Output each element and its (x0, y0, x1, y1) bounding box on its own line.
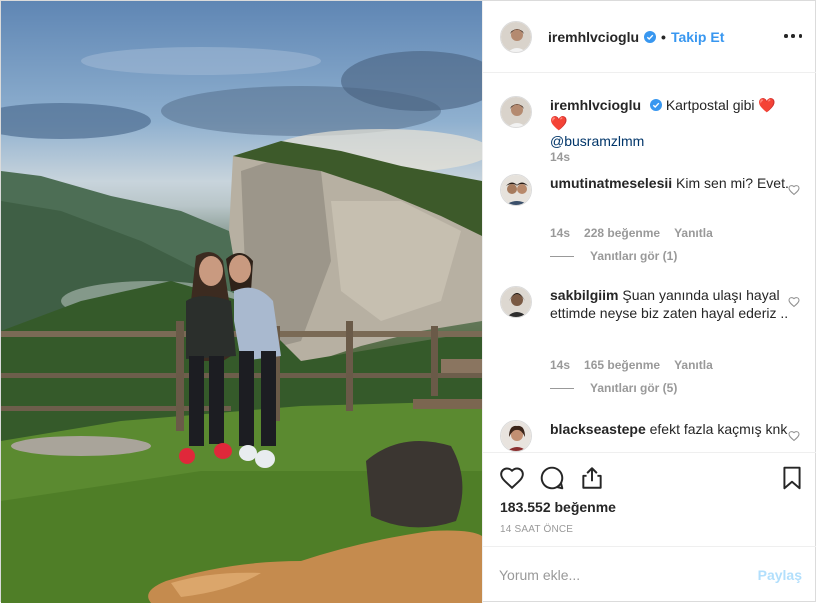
author-username[interactable]: iremhlvcioglu (548, 29, 639, 45)
comment-like-icon[interactable] (788, 184, 800, 196)
view-replies[interactable]: Yanıtları gör (5) (550, 381, 677, 395)
post-header: iremhlvcioglu • Takip Et (483, 1, 816, 73)
comment-body: umutinatmeselesii Kim sen mi? Evet. (550, 174, 790, 192)
comment-item: umutinatmeselesii Kim sen mi? Evet. 14s 2… (500, 174, 800, 264)
comment-meta: 14s 165 beğenme Yanıtla (550, 358, 713, 372)
comment-bubble-icon[interactable] (539, 465, 565, 491)
reply-button[interactable]: Yanıtla (674, 358, 713, 372)
follow-button[interactable]: Takip Et (671, 29, 724, 45)
comment-meta: 14s 228 beğenme Yanıtla (550, 226, 713, 240)
post-actions: 183.552 beğenme 14 SAAT ÖNCE (483, 452, 816, 546)
comment-text: efekt fazla kaçmış knk (649, 421, 788, 437)
commenter-avatar[interactable] (500, 286, 532, 318)
comment-like-icon[interactable] (788, 430, 800, 442)
comment-username[interactable]: blackseastepe (550, 421, 646, 437)
post-photo[interactable] (1, 1, 482, 603)
verified-badge-icon (644, 30, 657, 43)
caption-meta: 14s (550, 150, 570, 164)
avatar-image (501, 97, 531, 127)
comment-time[interactable]: 14s (550, 226, 570, 240)
caption-text: Kartpostal gibi (665, 97, 755, 113)
caption-body: iremhlvcioglu Kartpostal gibi ❤️❤️ @busr… (550, 96, 790, 150)
share-icon[interactable] (579, 465, 605, 491)
post-timestamp[interactable]: 14 SAAT ÖNCE (500, 524, 573, 535)
commenter-avatar[interactable] (500, 420, 532, 452)
bookmark-icon[interactable] (779, 465, 805, 491)
view-replies-label[interactable]: Yanıtları gör (5) (590, 381, 677, 395)
commenter-avatar[interactable] (500, 174, 532, 206)
avatar-image (501, 287, 531, 317)
photo-illustration (1, 47, 482, 603)
comment-body: blackseastepe efekt fazla kaçmış knk (550, 420, 790, 438)
avatar-image (501, 21, 531, 52)
comment-item: sakbilgiim Şuan yanında ulaşı hayal etti… (500, 286, 800, 396)
caption-time[interactable]: 14s (550, 150, 570, 164)
caption-username[interactable]: iremhlvcioglu (550, 97, 641, 113)
comment-like-icon[interactable] (788, 296, 800, 308)
post-comment-button[interactable]: Paylaş (758, 567, 802, 583)
comment-input[interactable] (499, 564, 739, 586)
like-heart-icon[interactable] (499, 465, 525, 491)
comment-likes[interactable]: 228 beğenme (584, 226, 660, 240)
header-separator: • (661, 28, 666, 45)
comment-item: blackseastepe efekt fazla kaçmış knk (500, 420, 800, 452)
replies-line (550, 255, 574, 257)
add-comment-bar: Paylaş (483, 546, 816, 603)
more-options-icon[interactable] (784, 27, 802, 45)
author-avatar[interactable] (500, 96, 532, 128)
author-avatar[interactable] (500, 20, 532, 53)
caption: iremhlvcioglu Kartpostal gibi ❤️❤️ @busr… (500, 96, 800, 176)
instagram-post: iremhlvcioglu • Takip Et iremhlvcioglu K… (0, 0, 816, 603)
comment-body: sakbilgiim Şuan yanında ulaşı hayal etti… (550, 286, 790, 322)
avatar-image (501, 421, 531, 451)
comment-likes[interactable]: 165 beğenme (584, 358, 660, 372)
comment-time[interactable]: 14s (550, 358, 570, 372)
reply-button[interactable]: Yanıtla (674, 226, 713, 240)
post-details-panel: iremhlvcioglu • Takip Et iremhlvcioglu K… (482, 1, 816, 603)
view-replies[interactable]: Yanıtları gör (1) (550, 249, 677, 263)
replies-line (550, 387, 574, 389)
view-replies-label[interactable]: Yanıtları gör (1) (590, 249, 677, 263)
avatar-image (501, 175, 531, 205)
comments-list[interactable]: iremhlvcioglu Kartpostal gibi ❤️❤️ @busr… (483, 74, 816, 452)
caption-mention[interactable]: @busramzlmm (550, 133, 644, 149)
comment-text: Kim sen mi? Evet. (676, 175, 789, 191)
likes-count[interactable]: 183.552 beğenme (500, 499, 616, 515)
comment-username[interactable]: umutinatmeselesii (550, 175, 672, 191)
comment-username[interactable]: sakbilgiim (550, 287, 618, 303)
verified-badge-icon (649, 99, 662, 111)
